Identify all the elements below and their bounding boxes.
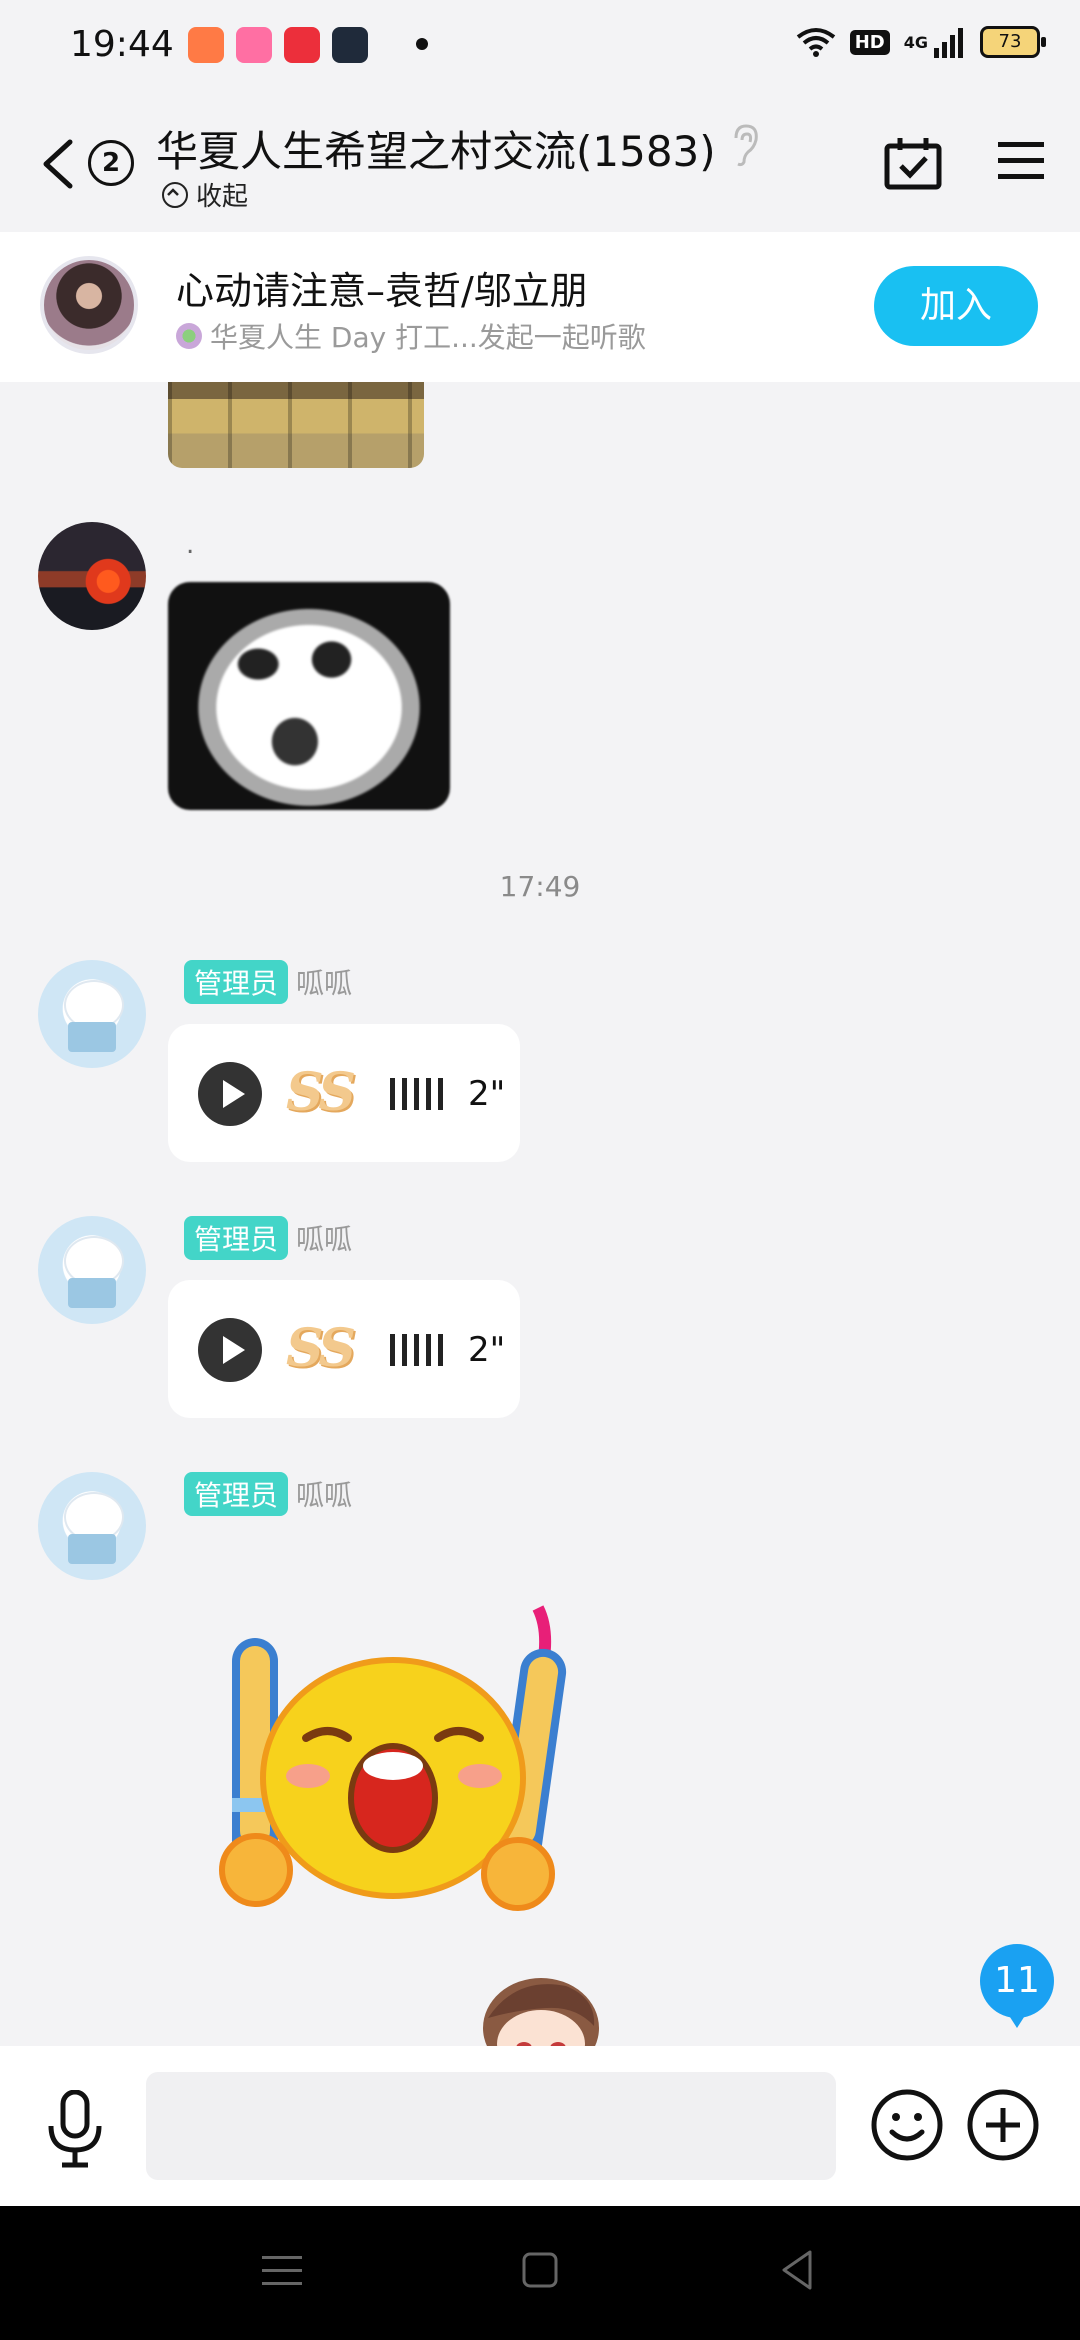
unread-count-badge[interactable]: 2 xyxy=(88,140,134,186)
back-icon[interactable] xyxy=(38,138,78,190)
status-app-icons xyxy=(188,27,368,63)
ss-badge: SS xyxy=(286,1318,356,1379)
game-app-icon xyxy=(332,27,368,63)
notification-dot-icon xyxy=(416,38,428,50)
sender-name[interactable]: 呱呱 xyxy=(296,1474,352,1514)
group-title[interactable]: 华夏人生希望之村交流(1583) xyxy=(156,118,716,179)
recent-apps-icon[interactable] xyxy=(262,2254,302,2288)
book-icon xyxy=(68,1534,116,1564)
sender-name: . xyxy=(186,530,195,560)
banner-title: 心动请注意–袁哲/邬立朋 xyxy=(176,269,588,313)
sender-name[interactable]: 呱呱 xyxy=(296,962,352,1002)
taote-app-icon xyxy=(284,27,320,63)
banner-subtitle: 华夏人生 Day 打工...发起一起听歌 xyxy=(210,321,646,354)
voice-duration: 2" xyxy=(468,1330,506,1370)
battery-level: 73 xyxy=(998,31,1022,52)
host-avatar[interactable] xyxy=(40,256,138,354)
banner-subtitle-row: 华夏人生 Day 打工...发起一起听歌 xyxy=(176,316,646,356)
signal-icon xyxy=(934,28,963,58)
ear-icon[interactable] xyxy=(728,122,762,168)
cheering-emoji-sticker[interactable] xyxy=(218,1598,578,1928)
sender-line: 管理员 呱呱 xyxy=(184,1472,352,1516)
play-icon[interactable] xyxy=(198,1318,262,1382)
sender-avatar[interactable] xyxy=(38,1216,146,1324)
network-label: 4G xyxy=(903,32,928,52)
image-message-partial[interactable] xyxy=(168,382,424,468)
home-icon[interactable] xyxy=(522,2252,558,2288)
voice-duration: 2" xyxy=(468,1074,506,1114)
voice-wave-icon xyxy=(390,1078,443,1110)
book-icon xyxy=(68,1022,116,1052)
sender-line: 管理员 呱呱 xyxy=(184,960,352,1004)
collapse-toggle[interactable]: 收起 xyxy=(162,176,248,213)
status-time: 19:44 xyxy=(70,24,174,65)
join-button[interactable]: 加入 xyxy=(874,266,1038,346)
voice-message[interactable]: SS 2" xyxy=(168,1024,520,1162)
add-icon[interactable] xyxy=(966,2088,1040,2162)
music-app-icon xyxy=(188,27,224,63)
wifi-icon xyxy=(796,28,835,57)
sender-name[interactable]: 呱呱 xyxy=(296,1218,352,1258)
voice-message[interactable]: SS 2" xyxy=(168,1280,520,1418)
collapse-label: 收起 xyxy=(196,182,249,212)
nav-back-icon[interactable] xyxy=(780,2250,814,2290)
admin-tag: 管理员 xyxy=(184,960,289,1004)
ss-badge: SS xyxy=(286,1062,356,1123)
admin-tag: 管理员 xyxy=(184,1216,289,1260)
sender-avatar[interactable] xyxy=(38,1472,146,1580)
message-input[interactable] xyxy=(146,2072,836,2180)
play-icon[interactable] xyxy=(198,1062,262,1126)
sender-avatar[interactable] xyxy=(38,960,146,1068)
hd-badge: HD xyxy=(849,29,890,55)
music-together-icon xyxy=(176,323,202,349)
voice-wave-icon xyxy=(390,1334,443,1366)
chevron-up-icon xyxy=(162,181,188,208)
emoji-icon[interactable] xyxy=(870,2088,944,2162)
book-icon xyxy=(68,1278,116,1308)
status-indicators: HD 4G 73 xyxy=(796,26,1046,58)
calendar-check-icon[interactable] xyxy=(884,136,942,190)
message-timestamp: 17:49 xyxy=(499,870,581,903)
sender-line: 管理员 呱呱 xyxy=(184,1216,352,1260)
admin-tag: 管理员 xyxy=(184,1472,289,1516)
panda-meme-sticker[interactable] xyxy=(168,582,450,810)
new-messages-badge[interactable]: 11 xyxy=(980,1944,1054,2028)
battery-icon: 73 xyxy=(980,26,1046,58)
menu-icon[interactable] xyxy=(998,140,1044,182)
bilibili-app-icon xyxy=(236,27,272,63)
microphone-icon[interactable] xyxy=(46,2090,104,2168)
sender-avatar[interactable] xyxy=(38,522,146,630)
